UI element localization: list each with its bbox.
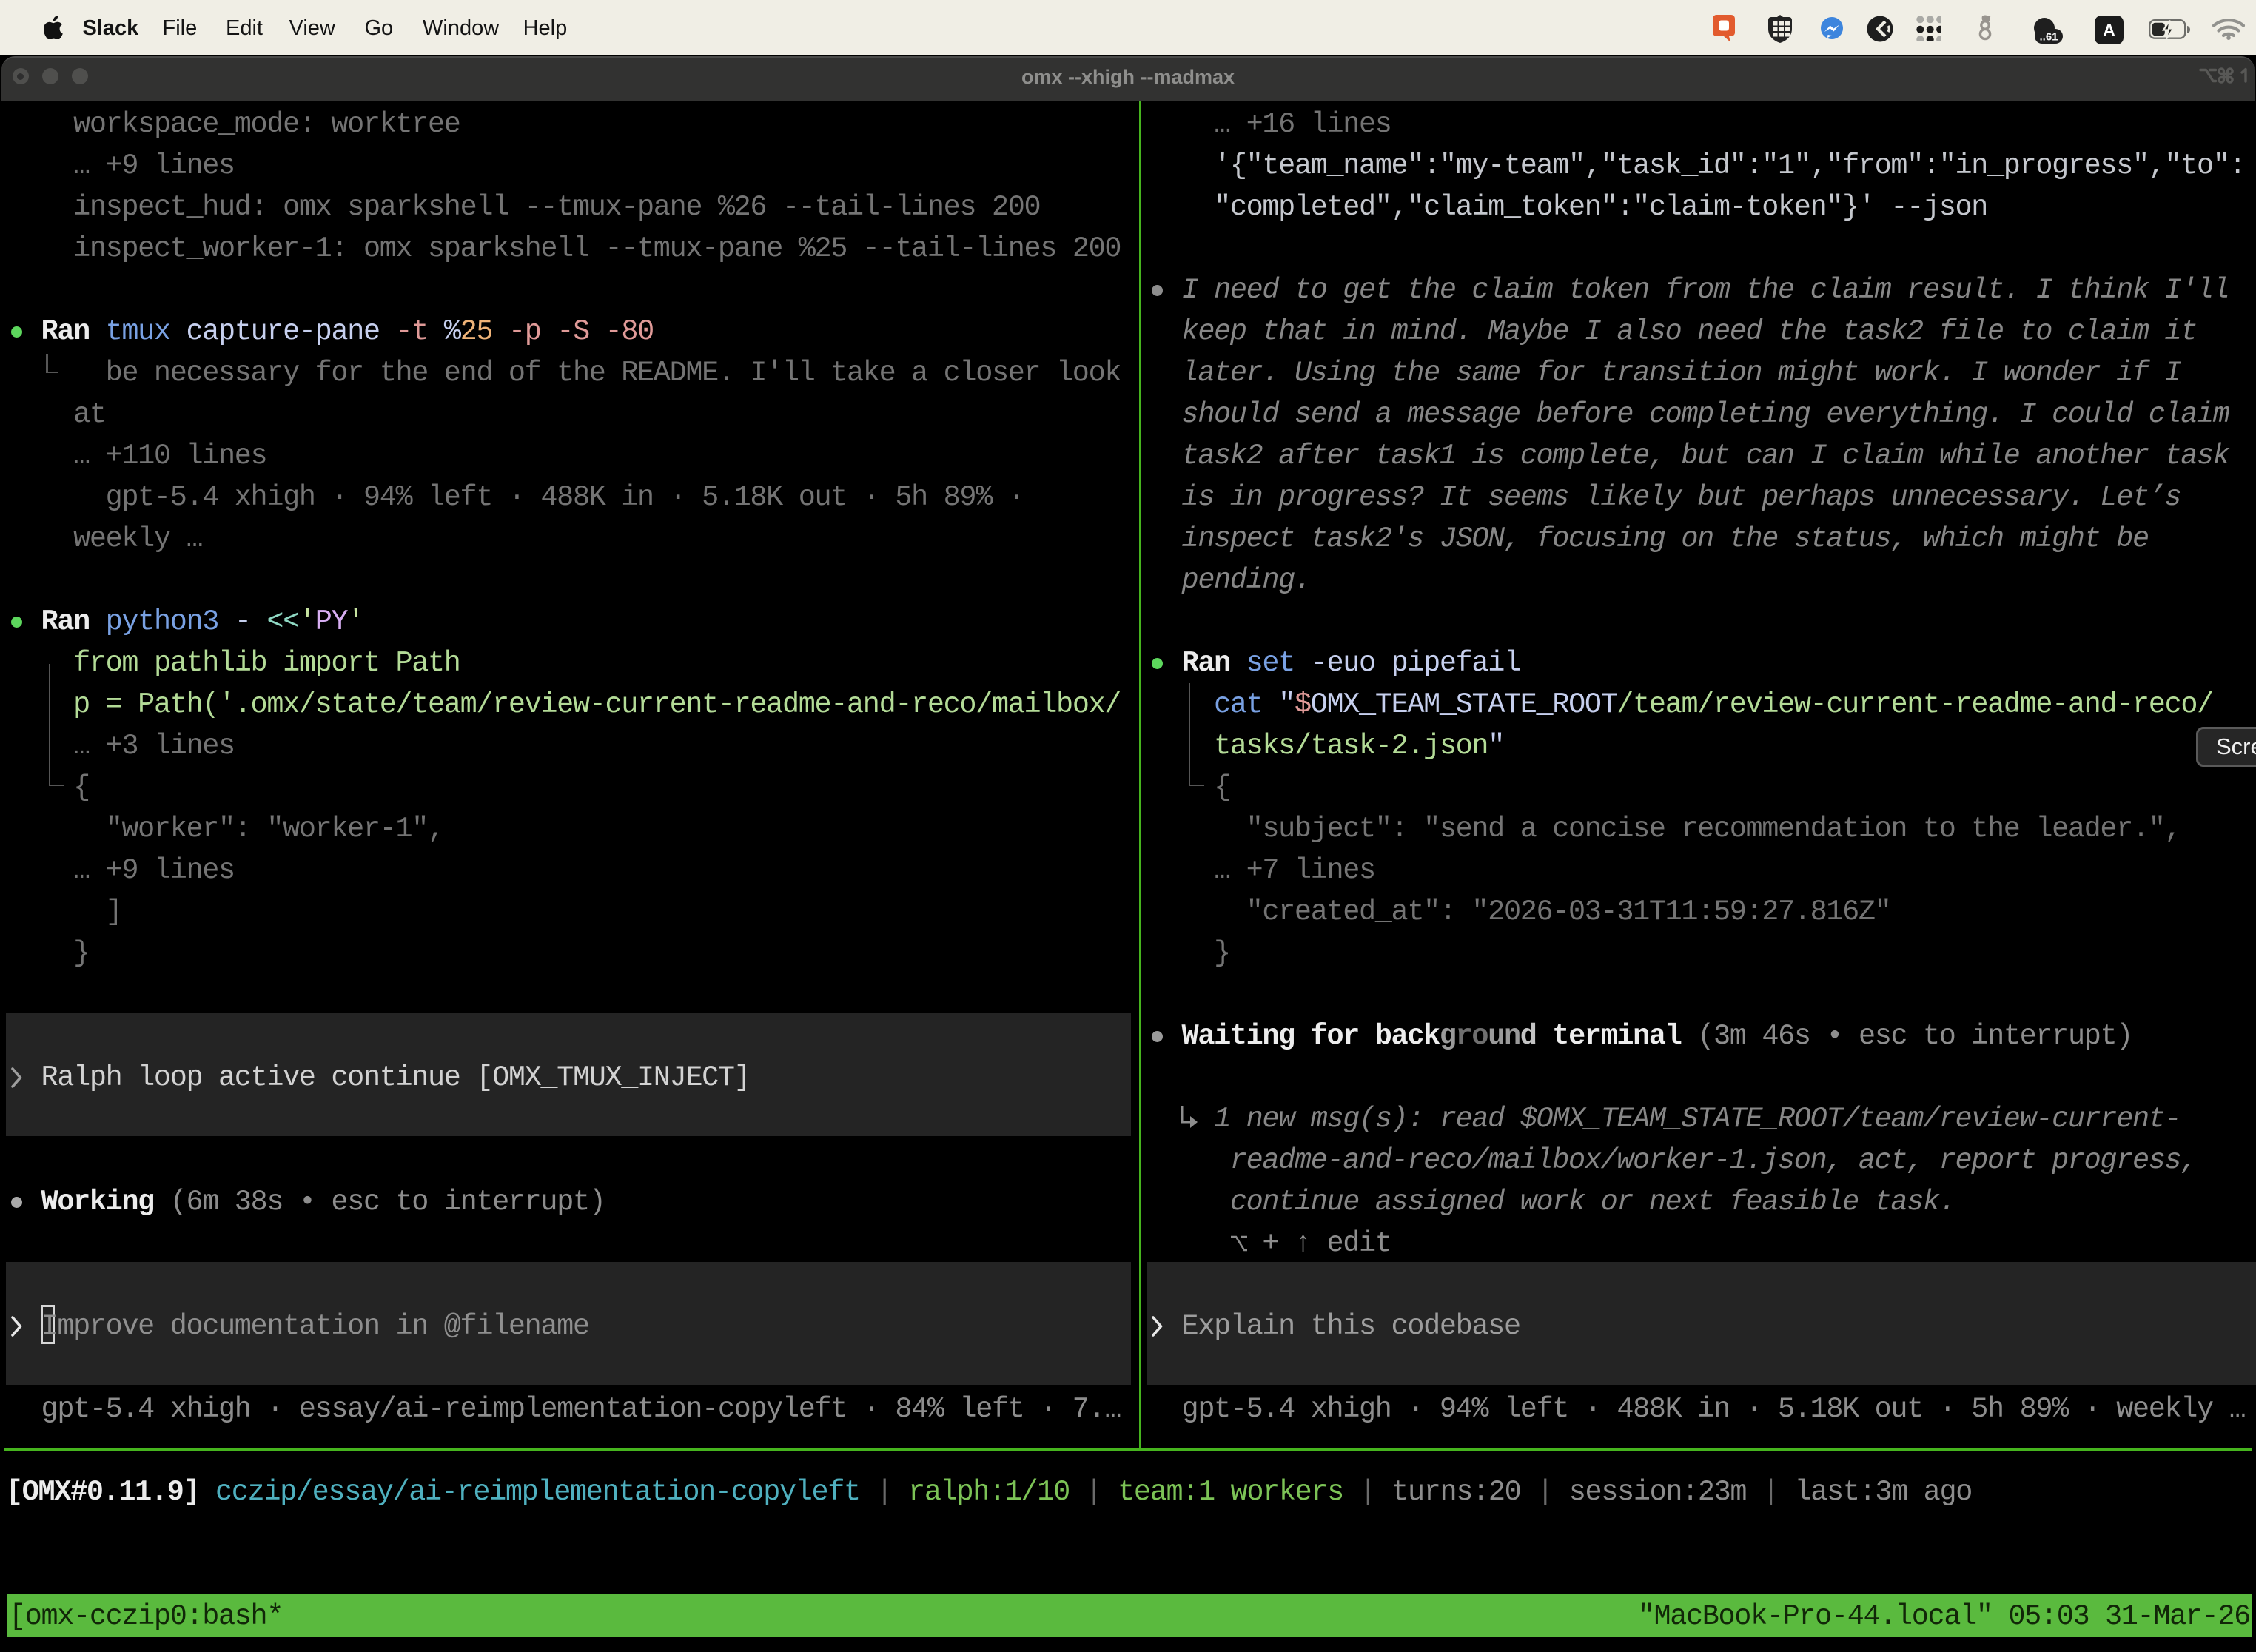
- svg-text:A: A: [2103, 21, 2115, 40]
- svg-text:..61: ..61: [2039, 31, 2058, 44]
